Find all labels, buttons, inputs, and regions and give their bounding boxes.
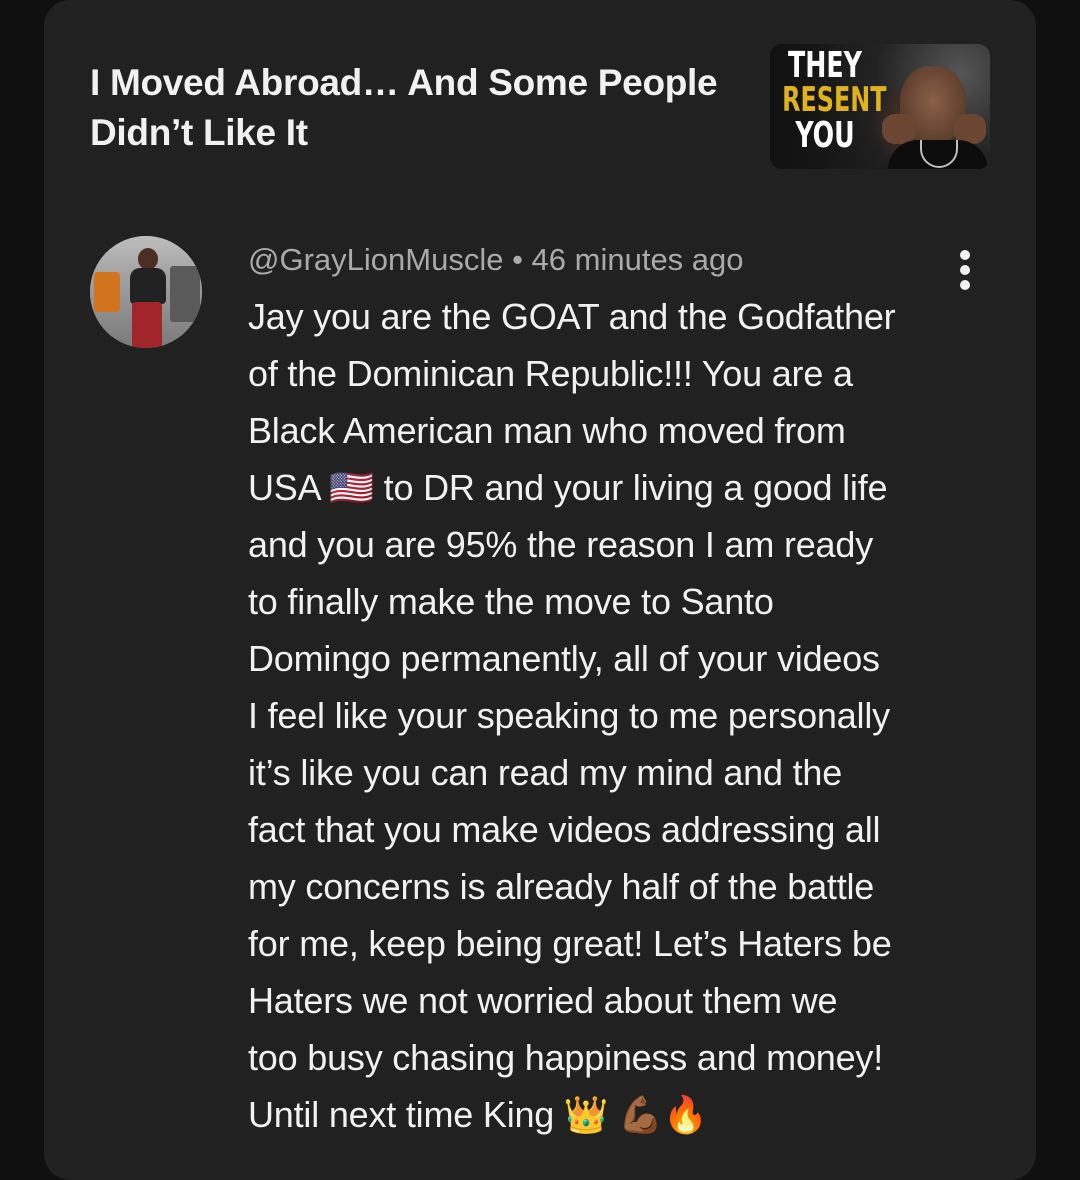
comment-timestamp: 46 minutes ago bbox=[531, 242, 744, 277]
menu-dot-top bbox=[960, 250, 970, 260]
menu-dot-middle bbox=[960, 265, 970, 275]
thumbnail-word-they: THEY bbox=[788, 45, 862, 86]
thumbnail-word-you: YOU bbox=[795, 115, 855, 156]
thumbnail-text: THEY RESENT YOU bbox=[782, 45, 887, 156]
avatar-gym-equipment bbox=[94, 272, 120, 312]
thumbnail-fist-left bbox=[882, 114, 916, 144]
meta-separator: • bbox=[503, 242, 532, 277]
comment-text: Jay you are the GOAT and the Godfather o… bbox=[248, 296, 896, 1135]
avatar-person-head bbox=[138, 248, 158, 270]
more-vertical-icon[interactable] bbox=[950, 250, 980, 290]
video-title[interactable]: I Moved Abroad… And Some People Didn’t L… bbox=[90, 58, 740, 158]
avatar-person-torso bbox=[130, 268, 166, 304]
comment-meta: @GrayLionMuscle • 46 minutes ago bbox=[248, 240, 744, 280]
video-header[interactable]: I Moved Abroad… And Some People Didn’t L… bbox=[44, 0, 1036, 190]
avatar-gym-rack bbox=[170, 266, 200, 322]
author-handle[interactable]: @GrayLionMuscle bbox=[248, 242, 503, 277]
avatar[interactable] bbox=[90, 236, 202, 348]
comment-card: I Moved Abroad… And Some People Didn’t L… bbox=[44, 0, 1036, 1180]
video-thumbnail[interactable]: THEY RESENT YOU bbox=[770, 44, 990, 169]
thumbnail-word-resent: RESENT bbox=[782, 80, 887, 120]
avatar-person-legs bbox=[132, 302, 162, 348]
